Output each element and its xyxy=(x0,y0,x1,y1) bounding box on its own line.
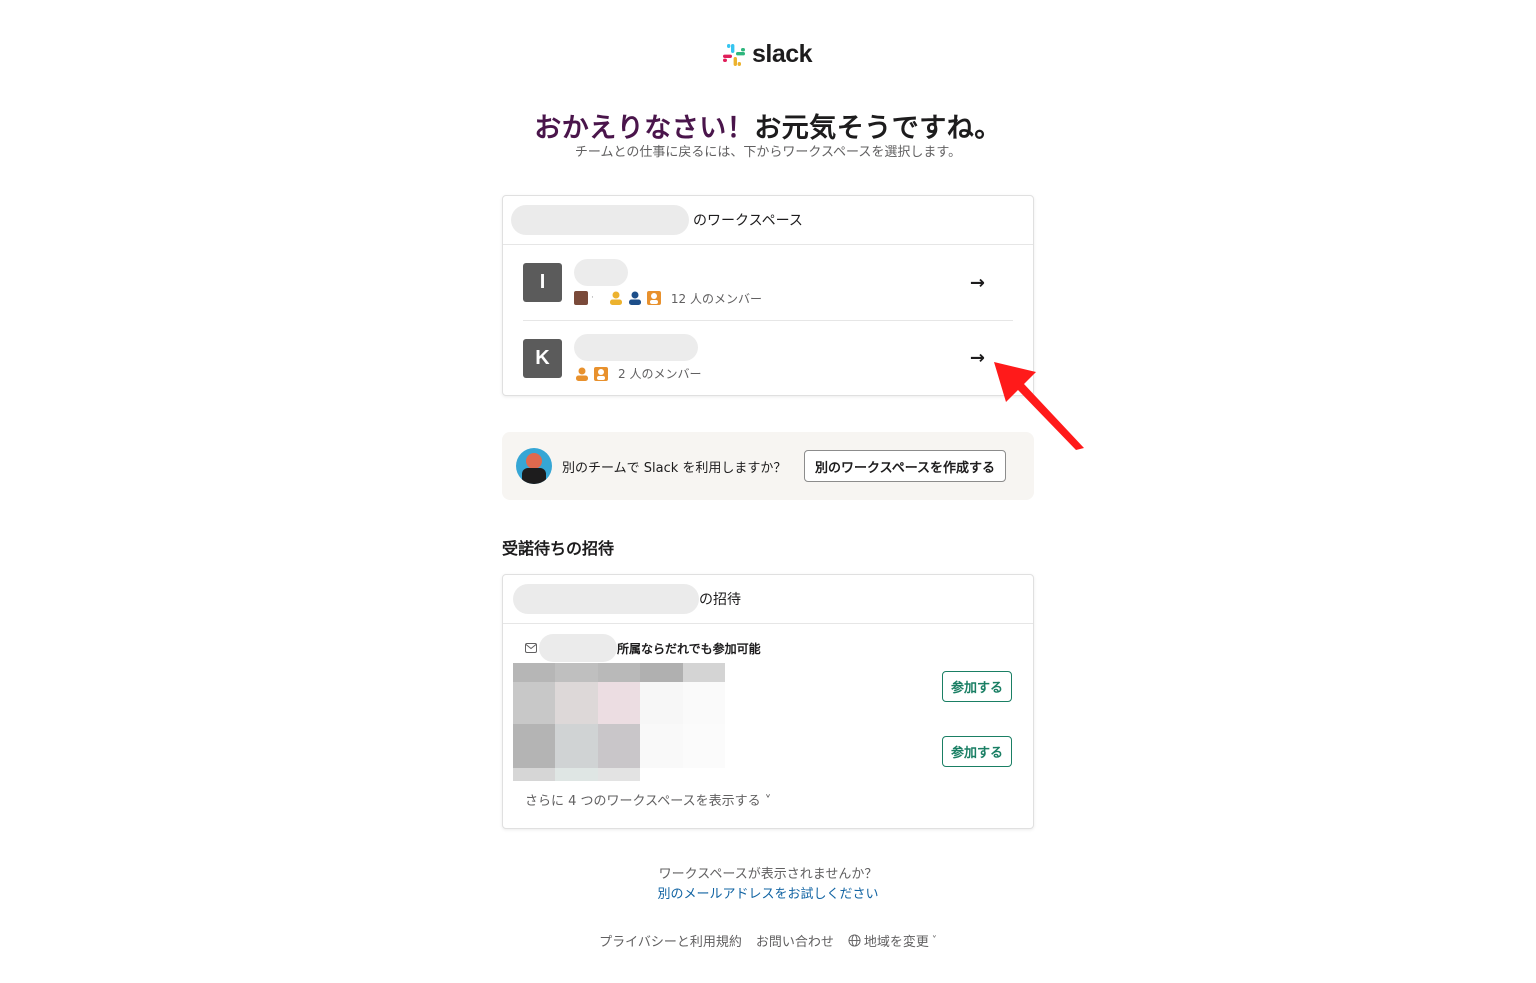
workspace-header-label: のワークスペース xyxy=(693,213,803,229)
invitations-card: の招待 所属ならだれでも参加可能 参加する 参加する さらに 4 つのワークスペ… xyxy=(502,574,1034,829)
invite-domain-text: 所属ならだれでも参加可能 xyxy=(617,641,761,656)
member-count: 12 人のメンバー xyxy=(670,291,762,306)
join-button[interactable]: 参加する xyxy=(942,736,1012,767)
member-count: 2 人のメンバー xyxy=(618,367,702,381)
join-button[interactable]: 参加する xyxy=(942,671,1012,702)
invitations-title: 受諾待ちの招待 xyxy=(502,539,615,558)
workspace-row[interactable]: I · 12 人のメンバー → xyxy=(523,245,1013,320)
missing-workspace-question: ワークスペースが表示されませんか？ xyxy=(658,867,878,882)
contact-link[interactable]: お問い合わせ xyxy=(756,931,834,950)
user-icon xyxy=(594,366,608,381)
show-more-workspaces-link[interactable]: さらに 4 つのワークスペースを表示する ˅ xyxy=(525,790,771,809)
chevron-down-icon: ˅ xyxy=(931,935,937,946)
invite-domain-note: 所属ならだれでも参加可能 xyxy=(525,634,761,662)
arrow-right-icon[interactable]: → xyxy=(970,348,985,369)
promo-question: 別のチームで Slack を利用しますか？ xyxy=(562,460,787,476)
workspace-avatar: K xyxy=(523,338,562,378)
redacted-email xyxy=(513,584,699,614)
title-part-2: お元気そうですね。 xyxy=(754,113,1002,144)
member-avatar xyxy=(574,291,588,305)
privacy-terms-link[interactable]: プライバシーと利用規約 xyxy=(599,931,742,950)
slack-logo: slack xyxy=(722,40,813,69)
member-dot: · xyxy=(591,293,594,303)
redacted-workspace-name xyxy=(574,258,628,286)
promo-illustration-icon xyxy=(516,448,552,484)
globe-icon xyxy=(848,934,861,947)
invitations-header-label: の招待 xyxy=(699,592,741,608)
workspace-avatar: I xyxy=(523,263,562,302)
mail-icon xyxy=(525,643,537,653)
try-other-email-link[interactable]: 別のメールアドレスをお試しください xyxy=(0,883,1536,902)
footer-links: プライバシーと利用規約 お問い合わせ 地域を変更 ˅ xyxy=(0,931,1536,950)
user-icon xyxy=(609,291,622,305)
workspace-card: のワークスペース I · 12 人のメンバー → K 2 人のメンバー → xyxy=(502,195,1034,396)
workspace-card-header: のワークスペース xyxy=(503,196,1033,245)
user-icon xyxy=(646,291,661,305)
redacted-domain xyxy=(539,634,617,662)
slack-hash-icon xyxy=(723,43,745,66)
workspace-row[interactable]: K 2 人のメンバー → xyxy=(523,320,1013,395)
user-icon xyxy=(576,367,588,381)
arrow-right-icon[interactable]: → xyxy=(970,272,985,293)
member-summary: · 12 人のメンバー xyxy=(574,290,762,307)
title-part-1: おかえりなさい！ xyxy=(534,113,755,144)
invitations-card-header: の招待 xyxy=(503,575,1033,624)
member-summary: 2 人のメンバー xyxy=(574,365,701,382)
page-subtitle: チームとの仕事に戻るには、下からワークスペースを選択します。 xyxy=(574,145,962,160)
create-workspace-button[interactable]: 別のワークスペースを作成する xyxy=(804,450,1007,482)
redacted-workspace-name xyxy=(574,334,698,361)
page-title: おかえりなさい！お元気そうですね。 xyxy=(0,106,1536,145)
create-workspace-banner: 別のチームで Slack を利用しますか？ 別のワークスペースを作成する xyxy=(502,432,1034,500)
redacted-workspace-list xyxy=(513,663,725,781)
change-region-label: 地域を変更 xyxy=(863,935,929,950)
redacted-email xyxy=(511,205,689,235)
logo-text: slack xyxy=(752,40,813,68)
user-icon xyxy=(628,291,641,305)
change-region-link[interactable]: 地域を変更 ˅ xyxy=(848,931,937,950)
